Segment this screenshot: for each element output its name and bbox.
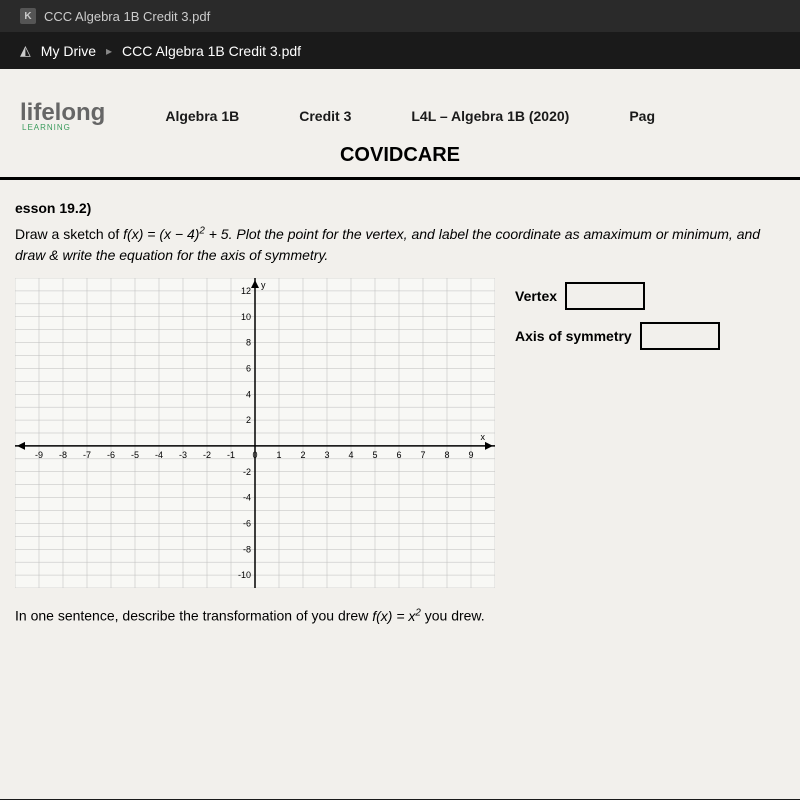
svg-text:3: 3: [324, 450, 329, 460]
svg-text:1: 1: [276, 450, 281, 460]
divider: [0, 177, 800, 180]
svg-text:6: 6: [246, 363, 251, 373]
credit-label: Credit 3: [299, 108, 351, 124]
grid-svg: -9-8-7-6-5-4-3-2-10123456789-10-8-6-4-22…: [15, 278, 495, 588]
logo-text: lifelong: [20, 99, 105, 126]
svg-text:-6: -6: [243, 518, 251, 528]
chevron-right-icon: ▸: [106, 44, 112, 58]
logo: lifelong LEARNING: [20, 99, 105, 132]
svg-text:10: 10: [241, 312, 251, 322]
answer-section: Vertex Axis of symmetry: [515, 278, 720, 593]
lesson-label: esson 19.2): [15, 200, 785, 216]
svg-text:0: 0: [252, 450, 257, 460]
axis-symmetry-input[interactable]: [640, 322, 720, 350]
svg-text:5: 5: [372, 450, 377, 460]
content: esson 19.2) Draw a sketch of f(x) = (x −…: [0, 200, 800, 624]
svg-text:-2: -2: [203, 450, 211, 460]
svg-text:4: 4: [246, 389, 251, 399]
axis-symmetry-label: Axis of symmetry: [515, 328, 632, 344]
svg-text:-6: -6: [107, 450, 115, 460]
svg-text:9: 9: [468, 450, 473, 460]
svg-text:8: 8: [246, 338, 251, 348]
coordinate-grid: -9-8-7-6-5-4-3-2-10123456789-10-8-6-4-22…: [15, 278, 495, 593]
svg-text:6: 6: [396, 450, 401, 460]
program-label: L4L – Algebra 1B (2020): [411, 108, 569, 124]
svg-text:-4: -4: [243, 493, 251, 503]
svg-text:-5: -5: [131, 450, 139, 460]
page-label: Pag: [629, 108, 655, 124]
svg-text:-2: -2: [243, 467, 251, 477]
svg-text:8: 8: [444, 450, 449, 460]
document-header: lifelong LEARNING Algebra 1B Credit 3 L4…: [0, 89, 800, 180]
svg-text:2: 2: [246, 415, 251, 425]
svg-text:-9: -9: [35, 450, 43, 460]
breadcrumb: ◭ My Drive ▸ CCC Algebra 1B Credit 3.pdf: [0, 32, 800, 69]
drive-icon: ◭: [20, 42, 31, 59]
svg-text:-3: -3: [179, 450, 187, 460]
browser-tab[interactable]: K CCC Algebra 1B Credit 3.pdf: [0, 0, 800, 32]
svg-text:-4: -4: [155, 450, 163, 460]
svg-text:4: 4: [348, 450, 353, 460]
svg-text:7: 7: [420, 450, 425, 460]
svg-text:2: 2: [300, 450, 305, 460]
document-page: lifelong LEARNING Algebra 1B Credit 3 L4…: [0, 69, 800, 799]
svg-text:-8: -8: [59, 450, 67, 460]
page-title: COVIDCARE: [0, 144, 800, 167]
vertex-input[interactable]: [565, 282, 645, 310]
course-name: Algebra 1B: [165, 108, 239, 124]
svg-text:y: y: [261, 280, 266, 290]
breadcrumb-file[interactable]: CCC Algebra 1B Credit 3.pdf: [122, 43, 301, 59]
svg-text:-1: -1: [227, 450, 235, 460]
transformation-question: In one sentence, describe the transforma…: [15, 607, 785, 624]
svg-text:12: 12: [241, 286, 251, 296]
svg-text:-8: -8: [243, 544, 251, 554]
breadcrumb-drive[interactable]: My Drive: [41, 43, 96, 59]
svg-text:-7: -7: [83, 450, 91, 460]
tab-title: CCC Algebra 1B Credit 3.pdf: [44, 9, 210, 24]
vertex-label: Vertex: [515, 288, 557, 304]
instruction-text: Draw a sketch of f(x) = (x − 4)2 + 5. Pl…: [15, 224, 785, 266]
tab-favicon: K: [20, 8, 36, 24]
svg-text:x: x: [481, 432, 486, 442]
svg-text:-10: -10: [238, 570, 251, 580]
